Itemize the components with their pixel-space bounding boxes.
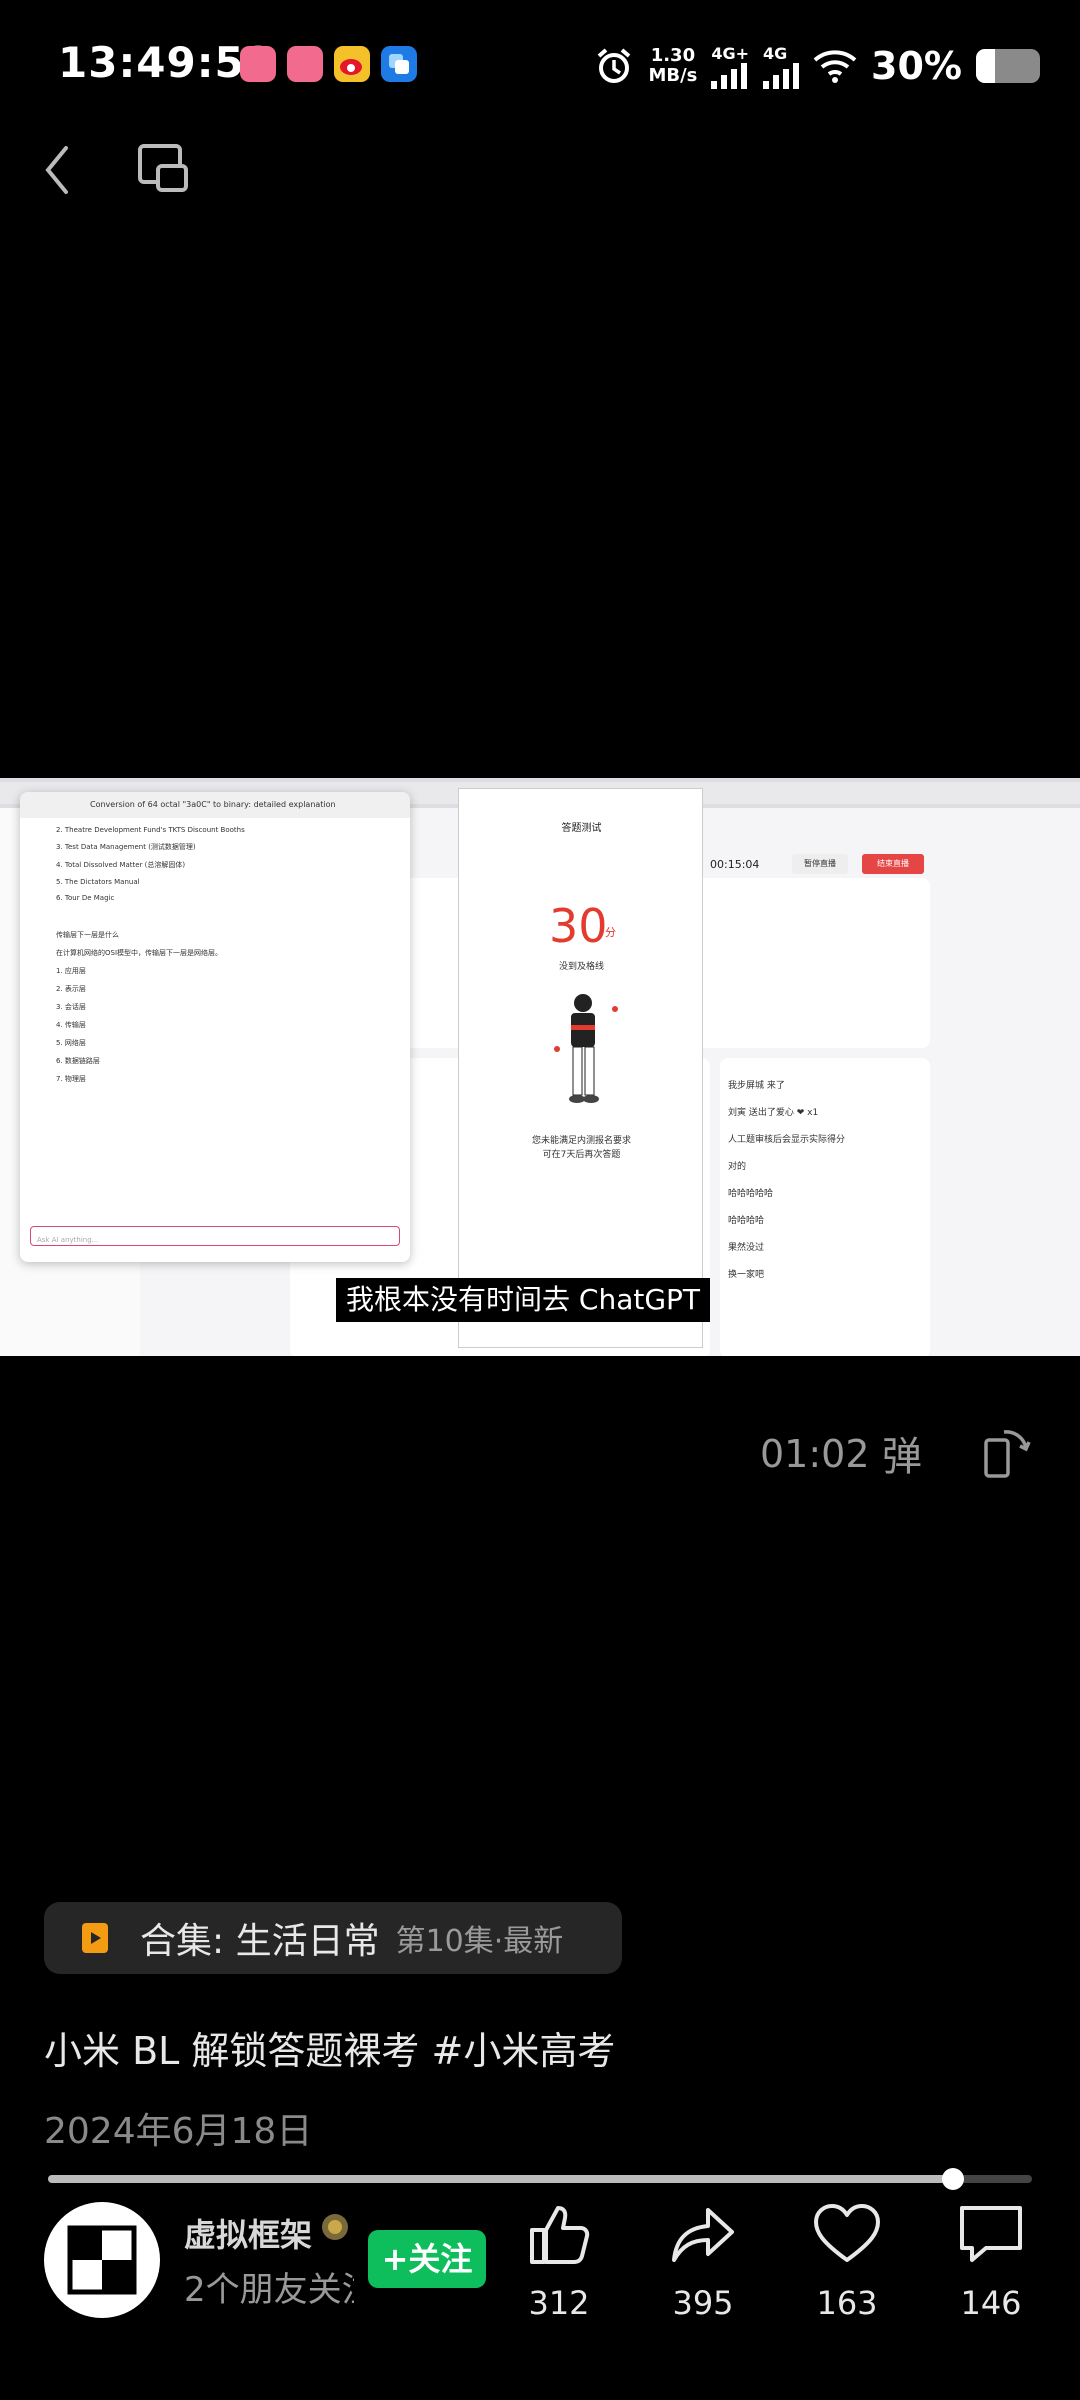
live-timer: 00:15:04	[710, 858, 760, 871]
friends-following: 2个朋友关注	[184, 2270, 354, 2310]
comment-count: 146	[960, 2284, 1022, 2322]
signal-icon	[711, 62, 748, 89]
chat-title: Conversion of 64 octal "3a0C" to binary:…	[20, 792, 410, 818]
chat-line: 传输层下一层是什么	[56, 931, 119, 939]
collection-label: 合集: 生活日常	[140, 1921, 380, 1962]
favorite-button[interactable]: 163	[792, 2200, 902, 2330]
status-bar: 13:49:53 1.30 MB/s 4G+ 4G 30%	[0, 0, 1080, 132]
battery-icon	[976, 49, 1040, 83]
collection-icon	[82, 1923, 108, 1953]
chat-line: 在计算机网络的OSI模型中，传输层下一层是网络层。	[56, 949, 223, 957]
chat-line: 2. Theatre Development Fund's TKTS Disco…	[56, 826, 245, 834]
weibo-notification-icon	[334, 46, 370, 82]
collection-episode: 第10集·最新	[395, 1924, 564, 1959]
pause-stream-button: 暂停直播	[792, 854, 848, 874]
author-name[interactable]: 虚拟框架	[184, 2210, 312, 2256]
favorite-count: 163	[816, 2284, 878, 2322]
video-player[interactable]: Conversion of 64 octal "3a0C" to binary:…	[0, 778, 1080, 1356]
comment-item: 对的	[728, 1162, 747, 1172]
signal-icon-2	[763, 62, 800, 89]
sim1-network-type: 4G+	[711, 43, 750, 63]
chat-line: 6. 数据链路层	[56, 1057, 100, 1065]
comment-item: 刘寅 送出了爱心 ❤ x1	[728, 1108, 819, 1118]
chat-line: 1. 应用层	[56, 967, 86, 975]
progress-thumb[interactable]	[942, 2168, 965, 2190]
chat-window: Conversion of 64 octal "3a0C" to binary:…	[20, 792, 410, 1262]
heart-icon	[814, 2204, 880, 2262]
network-speed: 1.30 MB/s	[648, 45, 698, 86]
chat-line: 2. 表示层	[56, 985, 86, 993]
collection-bar[interactable]: 合集: 生活日常 第10集·最新	[44, 1902, 622, 1974]
share-arrow-icon	[672, 2208, 734, 2262]
rotate-screen-icon	[984, 1430, 1031, 1478]
comment-item: 哈哈哈哈	[728, 1216, 765, 1226]
comment-item: 我步屏城 来了	[728, 1081, 785, 1091]
danmaku-label: 弹	[882, 1434, 922, 1480]
fullscreen-rotate-button[interactable]	[980, 1426, 1036, 1482]
chat-line: 6. Tour De Magic	[56, 894, 115, 902]
chat-line: 4. Total Dissolved Matter (总溶解固体)	[56, 861, 186, 869]
picture-in-picture-button[interactable]	[136, 138, 192, 198]
video-subtitle: 我根本没有时间去 ChatGPT	[336, 1278, 711, 1322]
follow-button[interactable]: +关注	[368, 2230, 486, 2288]
score-result: 没到及格线	[558, 962, 604, 972]
chat-line: 3. Test Data Management (测试数据管理)	[56, 843, 196, 851]
comment-button[interactable]: 146	[936, 2200, 1046, 2330]
share-button[interactable]: 395	[648, 2200, 758, 2330]
comment-bubble-icon	[960, 2206, 1022, 2262]
phone-note: 您未能满足内测报名要求 可在7天后再次答题	[531, 1136, 631, 1160]
score-value: 30	[549, 899, 608, 953]
chat-line: 5. The Dictators Manual	[56, 878, 140, 886]
person-illustration-icon	[554, 994, 618, 1103]
comment-panel: 我步屏城 来了 刘寅 送出了爱心 ❤ x1 人工题审核后会显示实际得分 对的 哈…	[728, 1078, 928, 1348]
progress-bar[interactable]	[48, 2168, 1032, 2190]
bilibili-notification-icon	[240, 46, 276, 82]
app-notification-icon	[381, 46, 417, 82]
share-count: 395	[672, 2284, 734, 2322]
comment-item: 哈哈哈哈哈	[728, 1189, 774, 1199]
thumbs-up-icon	[530, 2206, 590, 2264]
battery-percent: 30%	[871, 44, 962, 88]
chat-line: 4. 传输层	[56, 1021, 86, 1029]
like-button[interactable]: 312	[504, 2200, 614, 2330]
verified-badge-icon	[322, 2214, 348, 2240]
comment-item: 换一家吧	[728, 1270, 765, 1280]
sim2-network-type: 4G	[763, 43, 788, 63]
chat-line: 5. 网络层	[56, 1039, 86, 1047]
chevron-left-icon	[45, 146, 68, 194]
end-stream-button: 结束直播	[862, 854, 924, 874]
alarm-icon	[598, 48, 631, 83]
chat-line: 3. 会话层	[56, 1003, 86, 1011]
pip-icon	[138, 144, 188, 192]
phone-page-title: 答题测试	[561, 823, 602, 834]
bilibili-notification-icon-2	[287, 46, 323, 82]
author-avatar[interactable]	[44, 2202, 160, 2318]
danmaku-toggle-button[interactable]: 弹	[882, 1424, 942, 1484]
comment-item: 果然没过	[728, 1243, 765, 1253]
avatar-logo-icon	[67, 2225, 137, 2295]
back-button[interactable]	[36, 140, 84, 200]
video-title: 小米 BL 解锁答题裸考 #小米高考	[44, 2029, 616, 2073]
chat-input: Ask AI anything...	[30, 1226, 400, 1246]
video-duration: 01:02	[760, 1432, 870, 1476]
like-count: 312	[528, 2284, 590, 2322]
comment-item: 人工题审核后会显示实际得分	[728, 1135, 846, 1145]
progress-fill	[48, 2175, 954, 2183]
phone-mirror: 答题测试 30 分 没到及格线 您未能满足内测报名要求 可在7天后再次答题	[458, 788, 703, 1348]
wifi-icon	[813, 50, 857, 83]
video-date: 2024年6月18日	[44, 2111, 313, 2152]
chat-line: 7. 物理层	[56, 1075, 86, 1083]
score-unit: 分	[605, 926, 616, 939]
